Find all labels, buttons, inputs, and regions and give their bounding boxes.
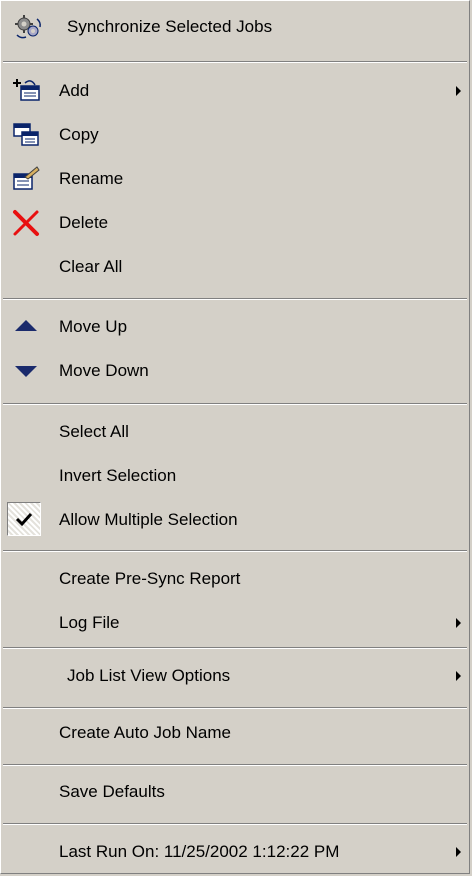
rename-icon <box>11 165 41 193</box>
menu-item-label: Log File <box>59 613 120 632</box>
menu-item-copy[interactable]: Copy <box>1 113 469 157</box>
context-menu: Synchronize Selected Jobs Add Copy Renam… <box>0 0 470 874</box>
menu-item-label: Rename <box>59 169 124 188</box>
menu-item-invert-selection[interactable]: Invert Selection <box>1 454 469 498</box>
menu-item-label: Invert Selection <box>59 466 177 485</box>
sync-gears-icon <box>13 13 43 41</box>
menu-item-label: Allow Multiple Selection <box>59 510 238 529</box>
menu-item-label: Delete <box>59 213 109 232</box>
menu-item-label: Create Auto Job Name <box>59 723 231 742</box>
menu-item-label: Copy <box>59 125 99 144</box>
menu-item-add[interactable]: Add <box>1 69 469 113</box>
menu-separator <box>3 403 467 405</box>
menu-item-label: Move Down <box>59 361 149 380</box>
menu-item-label: Synchronize Selected Jobs <box>67 17 273 36</box>
menu-item-last-run-on[interactable]: Last Run On: 11/25/2002 1:12:22 PM <box>1 830 469 874</box>
menu-separator <box>3 647 467 649</box>
menu-item-synchronize-selected-jobs[interactable]: Synchronize Selected Jobs <box>1 5 469 49</box>
menu-separator <box>3 298 467 300</box>
submenu-arrow-icon <box>456 671 461 681</box>
arrow-down-icon <box>13 357 43 385</box>
menu-item-label: Clear All <box>59 257 123 276</box>
submenu-arrow-icon <box>456 86 461 96</box>
menu-item-save-defaults[interactable]: Save Defaults <box>1 770 469 814</box>
submenu-arrow-icon <box>456 618 461 628</box>
menu-separator <box>3 550 467 552</box>
menu-item-delete[interactable]: Delete <box>1 201 469 245</box>
delete-x-icon <box>11 209 41 237</box>
submenu-arrow-icon <box>456 847 461 857</box>
menu-item-move-down[interactable]: Move Down <box>1 349 469 393</box>
menu-item-label: Add <box>59 81 90 100</box>
menu-separator <box>3 707 467 709</box>
menu-separator <box>3 764 467 766</box>
menu-item-select-all[interactable]: Select All <box>1 410 469 454</box>
copy-icon <box>11 121 41 149</box>
menu-item-allow-multiple-selection[interactable]: Allow Multiple Selection <box>1 498 469 542</box>
add-job-icon <box>11 77 41 105</box>
menu-item-create-auto-job-name[interactable]: Create Auto Job Name <box>1 711 469 755</box>
menu-item-label: Job List View Options <box>67 666 231 685</box>
menu-item-label: Last Run On: 11/25/2002 1:12:22 PM <box>59 842 340 861</box>
checkmark-box <box>7 502 41 536</box>
menu-item-move-up[interactable]: Move Up <box>1 305 469 349</box>
menu-item-rename[interactable]: Rename <box>1 157 469 201</box>
checkmark-icon <box>15 512 33 527</box>
menu-item-job-list-view-options[interactable]: Job List View Options <box>1 654 469 698</box>
menu-item-label: Select All <box>59 422 129 441</box>
menu-item-label: Move Up <box>59 317 128 336</box>
menu-item-clear-all[interactable]: Clear All <box>1 245 469 289</box>
menu-item-create-pre-sync-report[interactable]: Create Pre-Sync Report <box>1 557 469 601</box>
arrow-up-icon <box>13 313 43 341</box>
menu-separator <box>3 61 467 63</box>
menu-separator <box>3 823 467 825</box>
menu-item-label: Save Defaults <box>59 782 165 801</box>
menu-item-log-file[interactable]: Log File <box>1 601 469 645</box>
menu-item-label: Create Pre-Sync Report <box>59 569 241 588</box>
